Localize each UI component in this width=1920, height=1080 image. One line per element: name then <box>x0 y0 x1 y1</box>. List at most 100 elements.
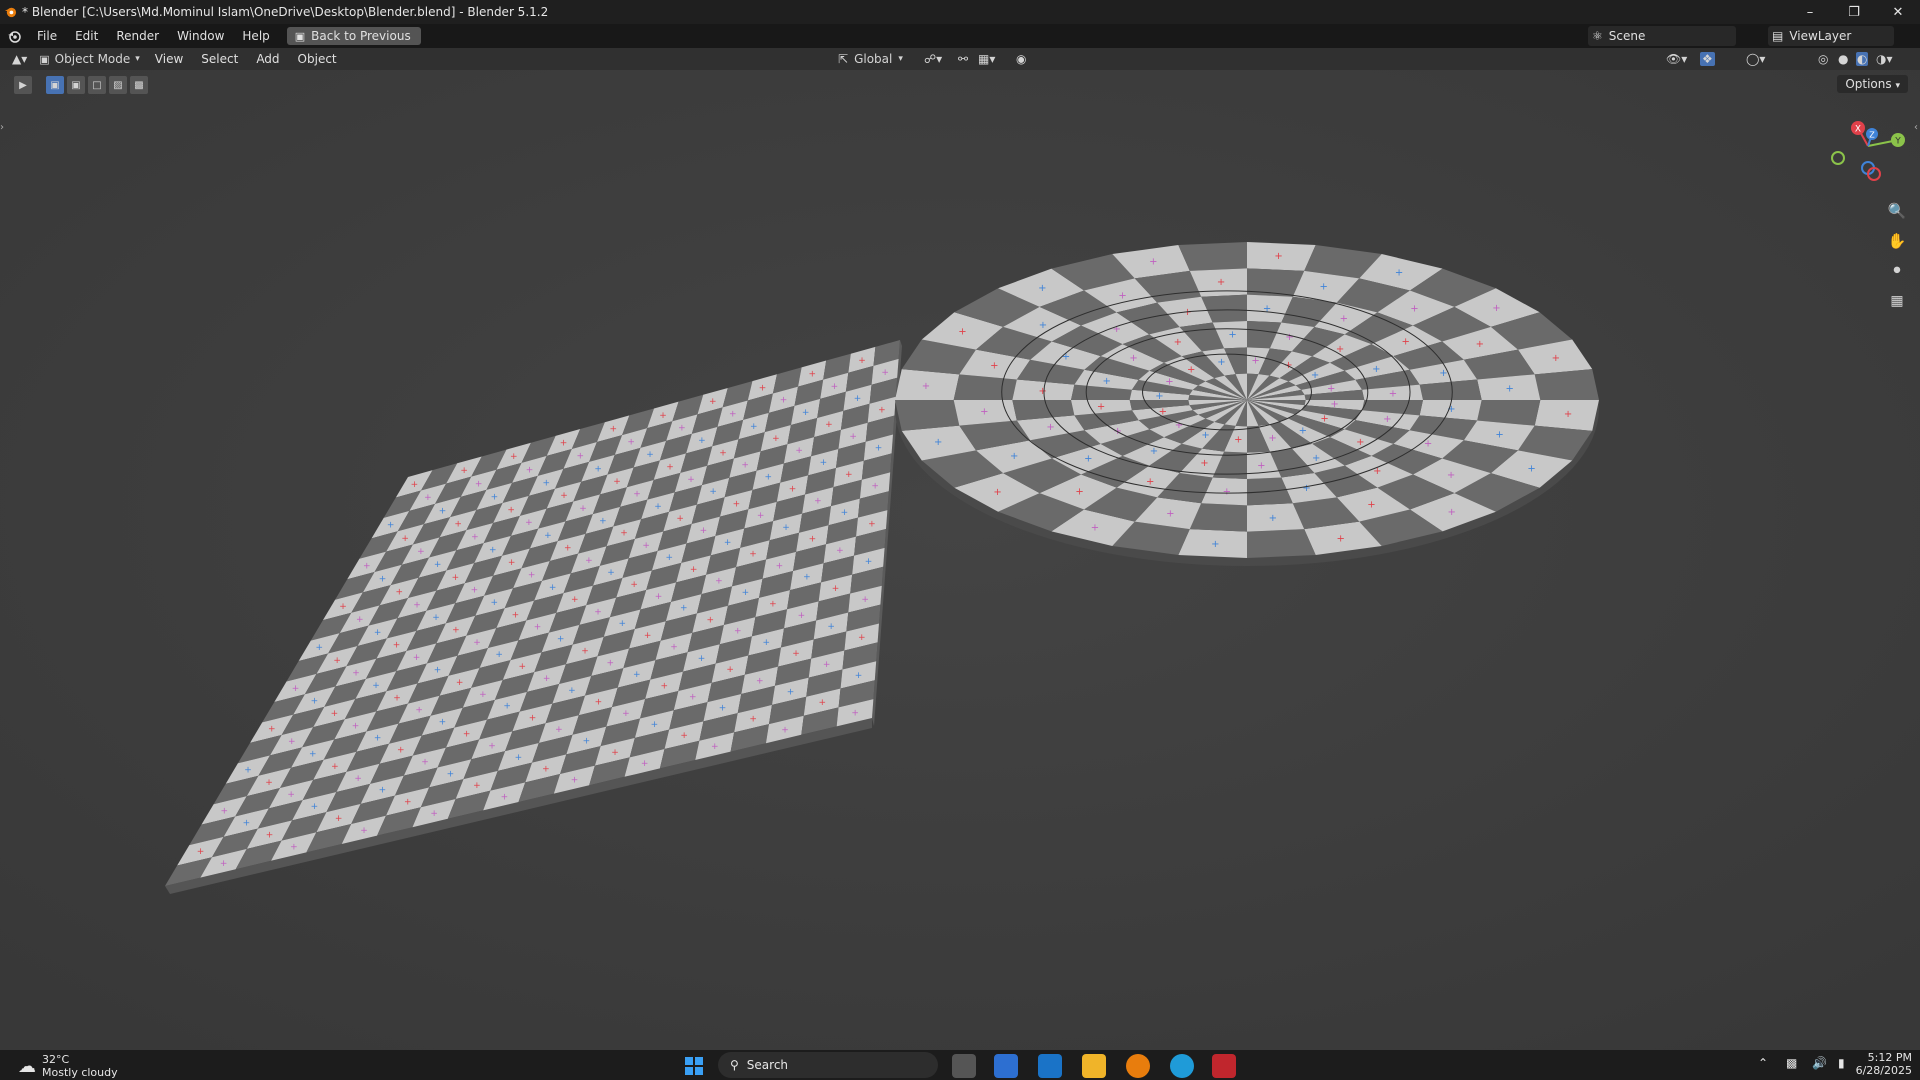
weather-widget[interactable]: ☁ 32°C Mostly cloudy <box>18 1053 118 1079</box>
pivot-point-icon[interactable]: ☍▾ <box>924 52 942 66</box>
uv-marker: + <box>1217 277 1225 288</box>
solid-shading-icon[interactable]: ● <box>1838 52 1848 66</box>
visibility-icon[interactable]: 👁▾ <box>1666 52 1687 66</box>
header-menu-view[interactable]: View <box>146 52 192 66</box>
uv-marker: + <box>379 786 387 796</box>
scene-selector[interactable]: ⚛ Scene <box>1588 26 1736 46</box>
material-shading-icon[interactable]: ◐ <box>1856 52 1869 66</box>
menu-file[interactable]: File <box>28 29 66 43</box>
uv-marker: + <box>1200 458 1208 469</box>
uv-marker: + <box>831 382 839 392</box>
volume-icon[interactable]: 🔊 <box>1812 1056 1827 1070</box>
uv-marker: + <box>1319 282 1327 293</box>
uv-marker: + <box>331 762 339 772</box>
edge-icon[interactable] <box>1170 1054 1194 1078</box>
perspective-toggle-button[interactable]: ▦ <box>1884 288 1910 314</box>
snap-icon[interactable]: ⚯ <box>958 52 968 66</box>
uv-marker: + <box>1159 406 1167 417</box>
task-view-icon[interactable] <box>952 1054 976 1078</box>
uv-marker: + <box>1075 487 1083 498</box>
clock[interactable]: 5:12 PM 6/28/2025 <box>1850 1051 1912 1077</box>
editor-type-icon[interactable]: ▲▾ <box>12 52 27 66</box>
taskbar-search[interactable]: ⚲ Search <box>718 1052 938 1078</box>
menu-edit[interactable]: Edit <box>66 29 107 43</box>
windows-taskbar: ☁ 32°C Mostly cloudy ⚲ Search ⌃ ▩ 🔊 ▮ 5:… <box>0 1050 1920 1080</box>
uv-marker: + <box>934 437 942 448</box>
uv-marker: + <box>1211 539 1219 550</box>
uv-marker: + <box>814 496 822 506</box>
start-button[interactable] <box>682 1054 706 1078</box>
select-new-button[interactable]: ▣ <box>46 76 64 94</box>
3d-viewport[interactable]: + + + + + + + + + + + + + + + + + + + + + + + + + + + + + + + + + + + + + + + +… <box>0 70 1920 1050</box>
object-mode-dropdown[interactable]: ▣ Object Mode ▾ <box>33 50 146 68</box>
header-menu-select[interactable]: Select <box>192 52 247 66</box>
transform-orientation-dropdown[interactable]: ⇱ Global ▾ <box>838 52 903 66</box>
menu-help[interactable]: Help <box>233 29 278 43</box>
pan-button[interactable]: ✋ <box>1884 228 1910 254</box>
tray-chevron-icon[interactable]: ⌃ <box>1758 1056 1768 1070</box>
store-icon[interactable] <box>994 1054 1018 1078</box>
header-menu-object[interactable]: Object <box>289 52 346 66</box>
sidebar-expand-icon[interactable]: ‹ <box>1914 122 1918 133</box>
back-to-previous-button[interactable]: ▣ Back to Previous <box>286 27 421 45</box>
uv-marker: + <box>1228 329 1236 340</box>
menu-render[interactable]: Render <box>107 29 168 43</box>
select-extend-button[interactable]: ▣ <box>67 76 85 94</box>
rendered-shading-icon[interactable]: ◑▾ <box>1876 52 1893 66</box>
select-intersect-button[interactable]: ▩ <box>130 76 148 94</box>
uv-marker: + <box>1174 337 1182 348</box>
gizmo-neg-y-axis[interactable] <box>1831 151 1845 165</box>
uv-marker: + <box>734 627 742 637</box>
blender-taskbar-icon[interactable] <box>1126 1054 1150 1078</box>
navigation-gizmo[interactable]: X Y Z <box>1820 110 1912 210</box>
uv-marker: + <box>1165 376 1173 387</box>
uv-marker: + <box>220 806 228 816</box>
outlook-icon[interactable] <box>1038 1054 1062 1078</box>
uv-marker: + <box>780 396 788 406</box>
camera-view-button[interactable]: ⚫ <box>1884 258 1910 284</box>
minimize-button[interactable]: – <box>1788 0 1832 24</box>
uv-marker: + <box>769 600 777 610</box>
uv-marker: + <box>393 641 401 651</box>
viewlayer-selector[interactable]: ▤ ViewLayer <box>1768 26 1894 46</box>
options-dropdown[interactable]: Options ▾ <box>1837 75 1908 93</box>
uv-marker: + <box>993 487 1001 498</box>
menu-window[interactable]: Window <box>168 29 233 43</box>
viewlayer-icon: ▤ <box>1772 29 1784 43</box>
uv-marker: + <box>439 507 447 517</box>
wireframe-shading-icon[interactable]: ◎ <box>1818 52 1828 66</box>
uv-marker: + <box>471 586 479 596</box>
overlays-icon[interactable]: ◯▾ <box>1746 52 1765 66</box>
uv-marker: + <box>311 802 319 812</box>
snap-target-icon[interactable]: ▦▾ <box>978 52 995 66</box>
header-menu-add[interactable]: Add <box>247 52 288 66</box>
uv-marker: + <box>460 466 468 476</box>
gizmo-toggle-icon[interactable]: ❖ <box>1700 52 1715 66</box>
select-tool-button[interactable]: ▶ <box>14 76 32 94</box>
proportional-edit-icon[interactable]: ◉ <box>1016 52 1026 66</box>
active-app-icon[interactable] <box>1212 1054 1236 1078</box>
uv-marker: + <box>265 778 273 788</box>
uv-marker: + <box>1447 470 1455 481</box>
uv-marker: + <box>1312 453 1320 464</box>
blender-menu-icon[interactable] <box>0 29 28 43</box>
uv-marker: + <box>776 561 784 571</box>
uv-marker: + <box>543 674 551 684</box>
uv-marker: + <box>1038 386 1046 397</box>
battery-icon[interactable]: ▮ <box>1838 1056 1845 1070</box>
uv-marker: + <box>1395 267 1403 278</box>
network-icon[interactable]: ▩ <box>1786 1056 1797 1070</box>
zoom-button[interactable]: 🔍 <box>1884 198 1910 224</box>
file-explorer-icon[interactable] <box>1082 1054 1106 1078</box>
uv-marker: + <box>360 826 368 836</box>
uv-marker: + <box>1091 523 1099 534</box>
uv-marker: + <box>868 519 876 529</box>
uv-marker: + <box>798 611 806 621</box>
uv-marker: + <box>660 681 668 691</box>
select-invert-button[interactable]: ▨ <box>109 76 127 94</box>
uv-marker: + <box>1448 507 1456 518</box>
toolbar-expand-icon[interactable]: › <box>0 122 4 133</box>
select-subtract-button[interactable]: □ <box>88 76 106 94</box>
close-button[interactable]: ✕ <box>1876 0 1920 24</box>
restore-button[interactable]: ❐ <box>1832 0 1876 24</box>
